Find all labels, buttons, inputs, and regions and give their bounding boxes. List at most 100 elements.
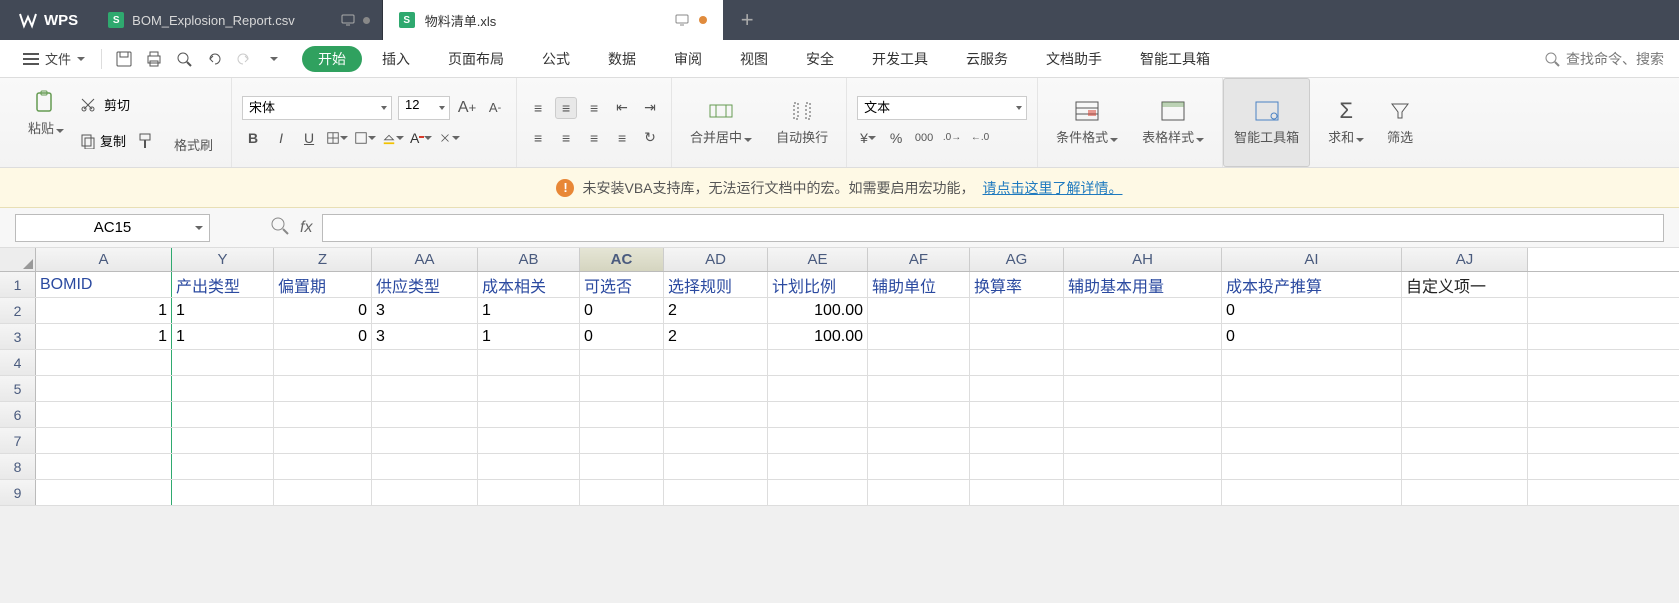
col-header-AH[interactable]: AH [1064,248,1222,271]
cell[interactable] [478,350,580,375]
cell[interactable] [1402,324,1528,349]
row-header[interactable]: 1 [0,272,36,297]
document-tab-inactive[interactable]: S BOM_Explosion_Report.csv [96,0,383,40]
command-search[interactable]: 查找命令、搜索 [1544,49,1664,69]
cell[interactable] [1402,480,1528,505]
cell[interactable] [868,454,970,479]
cell[interactable] [372,402,478,427]
cell[interactable] [36,350,172,375]
align-right-icon[interactable]: ≡ [583,127,605,149]
align-bottom-icon[interactable]: ≡ [583,97,605,119]
menu-tab-insert[interactable]: 插入 [364,40,428,77]
cell[interactable] [868,376,970,401]
col-header-AF[interactable]: AF [868,248,970,271]
cell[interactable]: 3 [372,298,478,323]
cell[interactable] [372,454,478,479]
col-header-A[interactable]: A [36,248,172,271]
cell[interactable] [970,298,1064,323]
cell[interactable]: BOMID [36,272,172,297]
cell[interactable] [580,376,664,401]
menu-tab-view[interactable]: 视图 [722,40,786,77]
row-header[interactable]: 5 [0,376,36,401]
merge-center-button[interactable]: 合并居中 [682,99,760,146]
cell[interactable] [274,402,372,427]
font-size-select[interactable]: 12 [398,96,450,120]
cell[interactable] [1222,402,1402,427]
name-box[interactable]: AC15 [15,214,210,242]
cell[interactable] [478,454,580,479]
warning-link[interactable]: 请点击这里了解详情。 [983,178,1123,198]
cell[interactable]: 选择规则 [664,272,768,297]
conditional-format-button[interactable]: 条件格式 [1048,99,1126,146]
row-header[interactable]: 4 [0,350,36,375]
cell[interactable] [274,480,372,505]
cell[interactable]: 100.00 [768,324,868,349]
cell[interactable] [36,402,172,427]
print-preview-icon[interactable] [172,47,196,71]
cell[interactable] [1064,402,1222,427]
cell[interactable] [970,324,1064,349]
table-style-button[interactable]: 表格样式 [1134,99,1212,146]
col-header-Y[interactable]: Y [172,248,274,271]
decrease-font-icon[interactable]: A- [484,97,506,119]
cell[interactable] [970,402,1064,427]
cell[interactable] [664,480,768,505]
file-menu[interactable]: 文件 [15,49,93,68]
increase-decimal-icon[interactable]: .0→ [941,127,963,149]
cell[interactable] [768,454,868,479]
auto-wrap-button[interactable]: 自动换行 [768,99,836,146]
cell[interactable] [580,454,664,479]
cell[interactable] [1222,350,1402,375]
fill-pattern-button[interactable] [354,127,376,149]
cell[interactable] [478,402,580,427]
row-header[interactable]: 3 [0,324,36,349]
cell[interactable] [1222,428,1402,453]
cell[interactable] [768,350,868,375]
cell[interactable] [478,428,580,453]
formula-input[interactable] [322,214,1664,242]
menu-tab-review[interactable]: 审阅 [656,40,720,77]
cell[interactable] [970,428,1064,453]
cell[interactable] [664,454,768,479]
row-header[interactable]: 9 [0,480,36,505]
cell[interactable] [1402,298,1528,323]
cell[interactable] [36,454,172,479]
sum-button[interactable]: Σ 求和 [1320,99,1372,146]
cell[interactable] [868,428,970,453]
row-header[interactable]: 2 [0,298,36,323]
cell[interactable] [372,480,478,505]
cell[interactable] [1064,428,1222,453]
percent-icon[interactable]: % [885,127,907,149]
decrease-indent-icon[interactable]: ⇤ [611,97,633,119]
cell[interactable] [970,454,1064,479]
cell[interactable] [372,428,478,453]
orientation-icon[interactable]: ↻ [639,127,661,149]
cell[interactable]: 1 [478,324,580,349]
italic-button[interactable]: I [270,127,292,149]
cell[interactable] [970,376,1064,401]
cell[interactable]: 2 [664,298,768,323]
align-left-icon[interactable]: ≡ [527,127,549,149]
document-tab-active[interactable]: S 物料清单.xls [383,0,723,40]
cell[interactable]: 1 [36,324,172,349]
filter-button[interactable]: 筛选 [1378,99,1422,146]
cell[interactable] [768,376,868,401]
customize-qat-icon[interactable] [262,47,286,71]
align-top-icon[interactable]: ≡ [527,97,549,119]
cell[interactable] [868,480,970,505]
cut-button[interactable]: 剪切 [80,90,158,120]
cell[interactable] [580,428,664,453]
clear-format-button[interactable] [438,127,460,149]
cell[interactable] [1222,480,1402,505]
smart-toolbox-button[interactable]: 智能工具箱 [1226,99,1307,146]
cell[interactable] [664,350,768,375]
cell[interactable] [664,376,768,401]
cell[interactable]: 1 [478,298,580,323]
col-header-AA[interactable]: AA [372,248,478,271]
undo-icon[interactable] [202,47,226,71]
cell[interactable] [768,428,868,453]
row-header[interactable]: 8 [0,454,36,479]
cell[interactable]: 成本相关 [478,272,580,297]
cell[interactable] [1402,454,1528,479]
paste-button[interactable]: 粘贴 [20,90,72,137]
